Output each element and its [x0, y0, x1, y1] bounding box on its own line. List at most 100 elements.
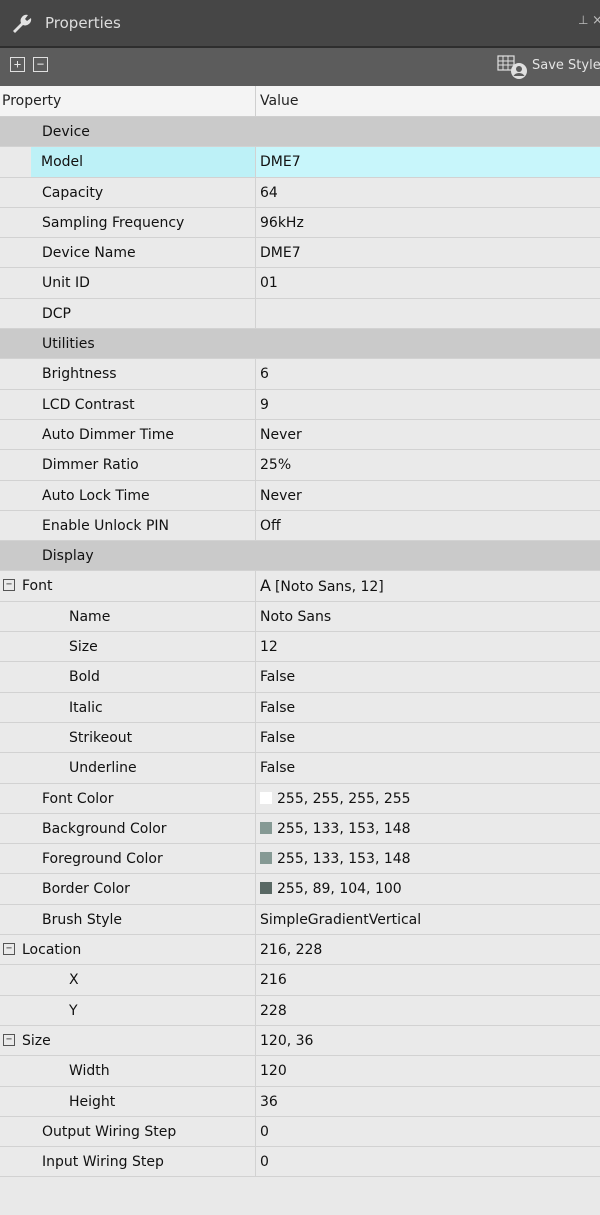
property-value[interactable]: SimpleGradientVertical [255, 904, 600, 935]
expand-all-button[interactable]: + [10, 57, 25, 72]
row-gutter [0, 147, 31, 177]
property-value[interactable]: 01 [255, 268, 600, 298]
property-row[interactable]: Auto Dimmer Time Never [0, 419, 600, 451]
property-row[interactable]: DCP [0, 298, 600, 330]
property-name: Strikeout [69, 729, 133, 746]
property-name: Background Color [42, 820, 167, 837]
property-value[interactable]: False [255, 662, 600, 692]
property-value[interactable]: 216 [255, 965, 600, 995]
property-value[interactable]: 64 [255, 177, 600, 207]
property-row[interactable]: Brush Style SimpleGradientVertical [0, 904, 600, 936]
property-row[interactable]: Device Name DME7 [0, 238, 600, 269]
property-name: Utilities [42, 336, 95, 353]
property-row[interactable]: Font Color 255, 255, 255, 255 [0, 783, 600, 814]
property-value[interactable]: 12 [255, 632, 600, 662]
property-row[interactable]: Capacity 64 [0, 177, 600, 208]
collapse-box-icon[interactable]: − [3, 943, 15, 956]
property-value[interactable]: 0 [255, 1116, 600, 1147]
property-value-text: DME7 [260, 154, 301, 171]
wrench-icon [13, 14, 32, 34]
property-row[interactable]: Background Color 255, 133, 153, 148 [0, 813, 600, 845]
row-gutter [0, 995, 31, 1025]
property-row[interactable]: Strikeout False [0, 722, 600, 754]
property-value-text: False [260, 729, 296, 746]
property-value[interactable]: False [255, 753, 600, 783]
property-row[interactable]: Brightness 6 [0, 359, 600, 390]
property-row[interactable]: Height 36 [0, 1086, 600, 1117]
property-value[interactable]: Never [255, 480, 600, 510]
property-value[interactable]: A [Noto Sans, 12] [255, 571, 600, 601]
property-value-text: 36 [260, 1093, 278, 1110]
property-row[interactable]: Border Color 255, 89, 104, 100 [0, 874, 600, 905]
property-value[interactable]: 120, 36 [255, 1025, 600, 1056]
property-value-text: 216 [260, 972, 287, 989]
close-icon[interactable]: × [592, 13, 600, 28]
property-row[interactable]: LCD Contrast 9 [0, 389, 600, 420]
color-swatch-icon [260, 852, 272, 865]
property-row[interactable]: Bold False [0, 662, 600, 693]
property-row[interactable]: Model DME7 [0, 147, 600, 178]
property-value[interactable]: 9 [255, 389, 600, 419]
property-column-header[interactable]: Property [2, 86, 61, 116]
property-value[interactable]: 96kHz [255, 207, 600, 238]
title-bar: Properties ⊥ × [0, 0, 600, 46]
property-row[interactable]: − Size 120, 36 [0, 1025, 600, 1057]
property-value[interactable]: 255, 133, 153, 148 [255, 844, 600, 874]
property-value[interactable]: 120 [255, 1056, 600, 1086]
value-column-header[interactable]: Value [255, 86, 600, 116]
property-value[interactable]: False [255, 692, 600, 722]
property-value-text: 255, 133, 153, 148 [277, 851, 411, 868]
property-row[interactable]: Output Wiring Step 0 [0, 1116, 600, 1148]
property-value[interactable]: 216, 228 [255, 935, 600, 965]
property-value[interactable]: DME7 [255, 238, 600, 268]
property-row[interactable]: − Location 216, 228 [0, 935, 600, 966]
property-row[interactable]: Dimmer Ratio 25% [0, 450, 600, 481]
property-row[interactable]: Unit ID 01 [0, 268, 600, 299]
property-row[interactable]: Italic False [0, 692, 600, 723]
property-row[interactable]: Input Wiring Step 0 [0, 1147, 600, 1178]
property-value[interactable]: 25% [255, 450, 600, 480]
property-row[interactable]: Name Noto Sans [0, 601, 600, 633]
property-name: Size [69, 639, 98, 656]
property-row[interactable]: Size 12 [0, 632, 600, 663]
property-row[interactable]: Y 228 [0, 995, 600, 1026]
property-row[interactable]: Enable Unlock PIN Off [0, 510, 600, 542]
collapse-box-icon[interactable]: − [3, 1033, 15, 1046]
property-value[interactable]: 255, 133, 153, 148 [255, 813, 600, 844]
property-value[interactable]: Off [255, 510, 600, 541]
properties-panel: Properties ⊥ × + − Save Style Property V… [0, 0, 600, 1215]
property-name: X [69, 972, 79, 989]
property-value[interactable]: 228 [255, 995, 600, 1025]
property-value[interactable] [255, 298, 600, 329]
property-row[interactable]: − Font A [Noto Sans, 12] [0, 571, 600, 602]
property-name: DCP [42, 305, 71, 322]
property-value-text: False [260, 760, 296, 777]
property-value[interactable]: DME7 [255, 147, 600, 177]
property-row[interactable]: Sampling Frequency 96kHz [0, 207, 600, 239]
property-row[interactable]: Auto Lock Time Never [0, 480, 600, 511]
property-name: Enable Unlock PIN [42, 517, 170, 534]
panel-title: Properties [45, 14, 121, 32]
property-row[interactable]: Foreground Color 255, 133, 153, 148 [0, 844, 600, 875]
property-value[interactable]: 6 [255, 359, 600, 389]
property-row[interactable]: X 216 [0, 965, 600, 996]
property-value[interactable]: False [255, 722, 600, 753]
collapse-box-icon[interactable]: − [3, 579, 15, 592]
property-name: Auto Dimmer Time [42, 426, 174, 443]
property-value[interactable]: 0 [255, 1147, 600, 1177]
property-value-text: Off [260, 517, 281, 534]
property-value[interactable]: 255, 89, 104, 100 [255, 874, 600, 904]
row-gutter [0, 813, 31, 844]
property-value[interactable]: Never [255, 419, 600, 450]
property-name: Capacity [42, 184, 104, 201]
property-value-text: [Noto Sans, 12] [274, 579, 384, 596]
property-name: Sampling Frequency [42, 214, 185, 231]
property-value[interactable]: 255, 255, 255, 255 [255, 783, 600, 813]
collapse-all-button[interactable]: − [33, 57, 48, 72]
property-row[interactable]: Underline False [0, 753, 600, 784]
property-value[interactable]: 36 [255, 1086, 600, 1116]
pin-icon[interactable]: ⊥ [578, 13, 588, 27]
property-value[interactable]: Noto Sans [255, 601, 600, 632]
property-row[interactable]: Width 120 [0, 1056, 600, 1087]
grid-header: Property Value [0, 86, 600, 117]
